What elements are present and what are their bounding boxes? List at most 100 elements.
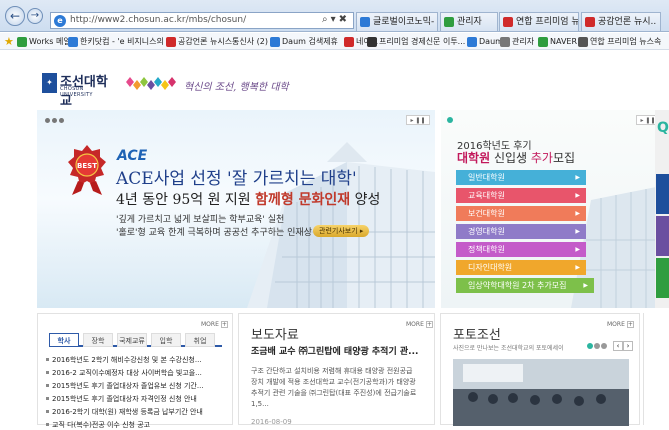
favorite-link[interactable]: 프리미엄 경제신문 이투... <box>367 36 465 48</box>
press-headline[interactable]: 조금배 교수 ㈜그린탑에 태양광 추적기 관... <box>251 344 418 357</box>
admission-title-recruit: 모집 <box>552 151 576 165</box>
favorite-link[interactable]: Daum <box>467 36 503 48</box>
admission-title-extra: 추가 <box>530 151 553 165</box>
notice-tab[interactable]: 국제교류 <box>117 333 147 347</box>
related-article-button[interactable]: 관련기사보기 ▸ <box>313 225 370 237</box>
notice-tabs: 학사 장학 국제교류 입학 취업 <box>49 333 222 347</box>
admission-menu-item[interactable]: 정책대학원 ▶ <box>456 242 586 257</box>
press-title: 보도자료 <box>251 328 299 343</box>
favorite-favicon-icon <box>17 37 27 47</box>
banner-sub-c: 양성 <box>350 192 381 208</box>
favorite-link[interactable]: NAVER <box>538 36 577 48</box>
favorites-star-icon[interactable]: ★ <box>4 35 14 48</box>
photo-pager[interactable] <box>587 342 608 352</box>
banner-desc-2: '홀로'형 교육 한계 극복하며 공공선 추구하는 인재상 <box>116 228 312 238</box>
ace-banner[interactable]: ▸ ❚❚ BEST ACE ACE사업 선정 '잘 가르치는 대학' 4년 동안… <box>37 110 435 308</box>
favorite-link[interactable]: 공감언론 뉴시스통신사 (2) <box>166 36 268 48</box>
favorite-link[interactable]: Daum 검색제휴 <box>270 36 338 48</box>
browser-tab[interactable]: 글로벌이코노믹- <box>356 12 438 31</box>
favorite-link[interactable]: 연합 프리미엄 뉴스속 <box>578 36 661 48</box>
photo-prev-button[interactable]: ‹ <box>613 341 623 351</box>
banner-pager[interactable] <box>45 116 66 126</box>
diamond-shape <box>154 77 162 87</box>
admission-menu-label: 정책대학원 <box>468 245 505 254</box>
notice-item[interactable]: 2015학년도 후기 졸업대상자 자격인정 신청 안내 <box>46 394 197 404</box>
admission-menu-label: 보건대학원 <box>468 209 505 218</box>
chevron-right-icon: ▶ <box>575 210 580 217</box>
best-badge-label: BEST <box>77 162 97 170</box>
admission-title-new: 신입생 <box>490 151 531 165</box>
diamond-shape <box>133 80 141 90</box>
admission-menu-item[interactable]: 보건대학원 ▶ <box>456 206 586 221</box>
photo-next-button[interactable]: › <box>623 341 633 351</box>
photo-box: 포토조선 MORE + 사진으로 만나보는 조선대학교의 포토에세이 ‹ › <box>440 313 640 426</box>
favorite-favicon-icon <box>270 37 280 47</box>
web-page: ✦ 조선대학교 CHOSUN UNIVERSITY 혁신의 조선, 행복한 대학… <box>0 51 669 429</box>
photo-thumbnail-image[interactable] <box>453 359 629 426</box>
chevron-right-icon: ▶ <box>575 174 580 181</box>
chevron-right-icon: ▶ <box>583 282 588 289</box>
chevron-right-icon: ▶ <box>575 192 580 199</box>
favorite-label: 한키닷컴 - 'e 비지니스의 ... <box>80 37 175 46</box>
slogan-diamonds-graphic <box>126 77 176 90</box>
banner-play-pause-button[interactable]: ▸ ❚❚ <box>406 115 430 125</box>
admission-pager[interactable] <box>447 116 455 126</box>
diamond-shape <box>147 80 155 90</box>
address-url[interactable]: http://www2.chosun.ac.kr/mbs/chosun/ <box>70 15 246 25</box>
notice-tab[interactable]: 취업 <box>185 333 215 347</box>
notice-tab[interactable]: 입학 <box>151 333 181 347</box>
browser-tab[interactable]: 관리자 <box>440 12 498 31</box>
favorite-label: NAVER <box>550 37 578 46</box>
admission-menu-item[interactable]: 교육대학원 ▶ <box>456 188 586 203</box>
notice-more-link[interactable]: MORE + <box>201 321 228 328</box>
browser-tab[interactable]: 연합 프리미엄 뉴스 <box>499 12 579 31</box>
favorite-label: 공감언론 뉴시스통신사 (2) <box>178 37 269 46</box>
admission-menu-item[interactable]: 임상약학대학원 2차 추가모집 ▶ <box>456 278 594 293</box>
favorite-link[interactable]: 한키닷컴 - 'e 비지니스의 ... <box>68 36 174 48</box>
admission-menu-label: 일반대학원 <box>468 173 505 182</box>
favorite-favicon-icon <box>467 37 477 47</box>
favorite-link[interactable]: Works 메일 <box>17 36 71 48</box>
address-bar[interactable]: e http://www2.chosun.ac.kr/mbs/chosun/ ⌕… <box>50 12 354 29</box>
diamond-shape <box>126 77 134 87</box>
diamond-shape <box>140 77 148 87</box>
admission-title-grad: 대학원 <box>457 151 491 165</box>
admission-menu-label: 임상약학대학원 2차 추가모집 <box>468 281 567 290</box>
browser-tab[interactable]: 공감언론 뉴시.. <box>581 12 661 31</box>
tab-label: 연합 프리미엄 뉴스 <box>516 17 579 27</box>
admission-menu-item[interactable]: 일반대학원 ▶ <box>456 170 586 185</box>
banner-sub-emphasis: 함께형 문화인재 <box>255 192 351 208</box>
favorite-favicon-icon <box>538 37 548 47</box>
side-panel-edge[interactable]: Q <box>655 110 669 308</box>
admission-menu-item[interactable]: 경영대학원 ▶ <box>456 224 586 239</box>
admission-menu-label: 디자인대학원 <box>468 263 513 272</box>
forward-button[interactable]: → <box>27 8 43 24</box>
favorite-favicon-icon <box>578 37 588 47</box>
admission-panel[interactable]: ▸ ❚❚ 2016학년도 후기 대학원 신입생 추가모집 일반대학원 ▶ 교육대학원… <box>441 110 666 308</box>
press-more-link[interactable]: MORE + <box>406 321 433 328</box>
right-edge-panel <box>643 313 669 425</box>
diamond-shape <box>168 77 176 87</box>
tab-favicon-icon <box>585 17 595 27</box>
notice-item[interactable]: 2016-2 교직이수예정자 대상 사이버학습 빛고을... <box>46 368 202 378</box>
favorites-bar: ★ Works 메일 한키닷컴 - 'e 비지니스의 ... 공감언론 뉴시스통신사… <box>0 33 669 50</box>
favorite-link[interactable]: 관리자 <box>500 36 534 48</box>
notice-item[interactable]: 2016학년도 2학기 해비수강신청 및 본 수강신청... <box>46 355 202 365</box>
back-button[interactable]: ← <box>5 6 25 26</box>
notice-tab[interactable]: 학사 <box>49 333 79 347</box>
notice-item[interactable]: 2016-2학기 대학(원) 재학생 등록금 납부기간 안내 <box>46 407 203 417</box>
admission-menu-item[interactable]: 디자인대학원 ▶ <box>456 260 586 275</box>
address-controls-icon[interactable]: ⌕▾✖ <box>322 14 350 25</box>
ie-icon: e <box>54 15 66 27</box>
favorite-label: Works 메일 <box>29 37 71 46</box>
favorite-label: 프리미엄 경제신문 이투... <box>379 37 466 46</box>
press-body[interactable]: 구조 간단하고 설치비용 저렴해 휴대용 태양광 전원공급 장치 개발에 적용 … <box>251 366 421 410</box>
university-logo[interactable]: ✦ 조선대학교 CHOSUN UNIVERSITY <box>42 73 117 109</box>
notice-tab[interactable]: 장학 <box>83 333 113 347</box>
notice-item[interactable]: 교직 다(복수)전공 이수 신청 공고 <box>45 420 150 430</box>
photo-more-link[interactable]: MORE + <box>607 321 634 328</box>
photo-nav: ‹ › <box>613 341 633 351</box>
slogan-text: 혁신의 조선, 행복한 대학 <box>184 82 289 93</box>
notice-item[interactable]: 2015학년도 후기 졸업대상자 졸업유보 신청 기간... <box>46 381 204 391</box>
admission-menu-label: 경영대학원 <box>468 227 505 236</box>
